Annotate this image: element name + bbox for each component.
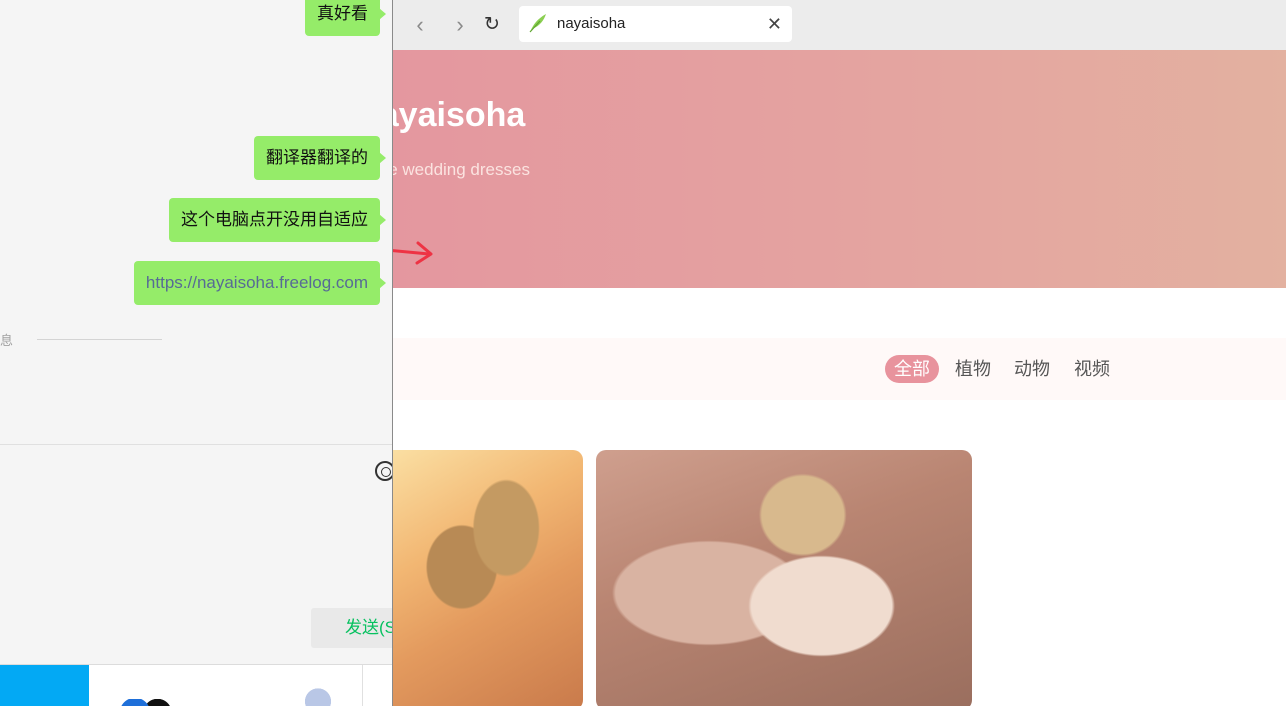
taskbar-app-icon[interactable] bbox=[120, 699, 170, 706]
filter-videos[interactable]: 视频 bbox=[1074, 355, 1110, 383]
back-icon[interactable]: ‹ bbox=[408, 13, 432, 37]
site-subtitle: Antique wedding dresses bbox=[393, 160, 530, 179]
site-title: nayaisoha bbox=[393, 96, 526, 134]
tab-title: nayaisoha bbox=[557, 15, 626, 32]
taskbar-divider bbox=[362, 665, 363, 706]
taskbar-app-tile[interactable] bbox=[0, 665, 89, 706]
browser-tab[interactable]: nayaisoha ✕ bbox=[519, 6, 792, 42]
chat-window: 真好看 翻译器翻译的 这个电脑点开没用自适应 https://nayaisoha… bbox=[0, 0, 406, 706]
message-bubble[interactable]: 真好看 bbox=[305, 0, 386, 36]
site-hero-banner: nayaisoha Antique wedding dresses bbox=[393, 50, 1286, 288]
message-bubble[interactable]: 这个电脑点开没用自适应 bbox=[169, 198, 386, 242]
input-area-divider bbox=[0, 444, 393, 445]
reload-icon[interactable]: ↻ bbox=[480, 13, 504, 37]
close-icon[interactable]: ✕ bbox=[767, 6, 782, 42]
avatar[interactable] bbox=[296, 683, 340, 706]
forward-icon[interactable]: › bbox=[448, 13, 472, 37]
filter-all[interactable]: 全部 bbox=[885, 355, 939, 383]
filter-plants[interactable]: 植物 bbox=[955, 355, 991, 383]
gallery-photo-card[interactable] bbox=[393, 450, 583, 706]
gallery-photo-card[interactable] bbox=[596, 450, 972, 706]
feather-icon bbox=[529, 14, 546, 33]
taskbar bbox=[0, 665, 393, 706]
browser-toolbar: ‹ › ↻ nayaisoha ✕ bbox=[393, 0, 1286, 50]
category-filter-bar: 全部 植物 动物 视频 bbox=[393, 338, 1286, 400]
filter-animals[interactable]: 动物 bbox=[1014, 355, 1050, 383]
annotation-arrow-icon bbox=[393, 241, 433, 265]
browser-window: ‹ › ↻ nayaisoha ✕ nayaisoha Antique wedd… bbox=[392, 0, 1286, 706]
separator-line bbox=[37, 339, 162, 340]
message-bubble[interactable]: 翻译器翻译的 bbox=[254, 136, 386, 180]
new-messages-separator-label: 消息 bbox=[0, 333, 14, 348]
message-link-bubble[interactable]: https://nayaisoha.freelog.com bbox=[133, 261, 387, 305]
